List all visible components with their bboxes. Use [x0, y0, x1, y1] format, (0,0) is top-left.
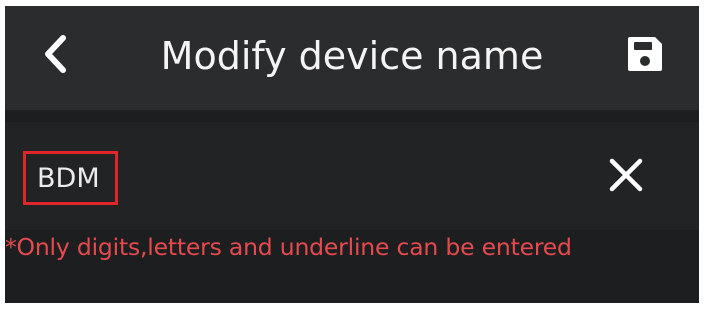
modify-device-name-screen: Modify device name *Only digits,letters …: [5, 6, 699, 303]
device-name-input[interactable]: [23, 151, 118, 205]
chevron-left-icon: [38, 34, 72, 78]
save-button[interactable]: [617, 28, 673, 84]
floppy-disk-icon: [625, 34, 665, 78]
close-icon: [607, 156, 645, 198]
input-hint-text: *Only digits,letters and underline can b…: [5, 233, 572, 261]
back-button[interactable]: [27, 28, 83, 84]
device-name-row: [5, 122, 699, 230]
clear-button[interactable]: [602, 153, 650, 201]
top-bar: Modify device name: [5, 6, 699, 110]
page-title: Modify device name: [160, 34, 544, 78]
